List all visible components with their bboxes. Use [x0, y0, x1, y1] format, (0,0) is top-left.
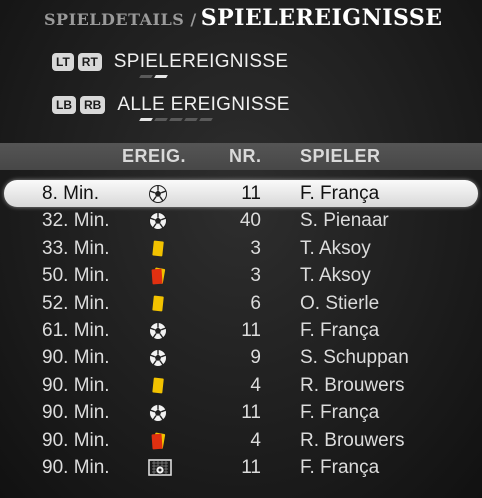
event-minute: 90. Min. — [42, 429, 110, 451]
event-row[interactable]: 52. Min. 6 O. Stierle — [0, 290, 482, 317]
player-name: O. Stierle — [300, 292, 380, 314]
event-minute: 32. Min. — [42, 210, 110, 232]
page-dot — [184, 118, 198, 121]
event-minute: 90. Min. — [42, 374, 110, 396]
player-name: T. Aksoy — [300, 265, 371, 287]
event-row[interactable]: 33. Min. 3 T. Aksoy — [0, 235, 482, 262]
event-minute: 90. Min. — [42, 402, 110, 424]
filter-row-all-events[interactable]: LB RB ALLE EREIGNISSE — [52, 92, 290, 118]
player-number: 11 — [241, 319, 261, 341]
player-name: S. Schuppan — [300, 347, 409, 369]
red-card-icon — [148, 431, 168, 451]
event-minute: 52. Min. — [42, 292, 110, 314]
player-name: S. Pienaar — [300, 210, 389, 232]
player-number: 11 — [241, 402, 261, 424]
events-table: 8. Min. 11 F. França 32. Min. 40 S. Pienaar 33… — [0, 180, 482, 481]
goal-ball-icon — [148, 211, 168, 231]
player-name: F. França — [300, 319, 380, 341]
goal-ball-icon — [148, 403, 168, 423]
player-name: T. Aksoy — [300, 237, 371, 259]
lb-button-icon[interactable]: LB — [52, 96, 76, 114]
page-dot — [169, 118, 183, 121]
rb-button-icon[interactable]: RB — [80, 96, 106, 114]
player-number: 9 — [250, 347, 261, 369]
filter-label-events: SPIELEREIGNISSE — [113, 51, 289, 72]
event-minute: 8. Min. — [42, 183, 100, 204]
event-row[interactable]: 61. Min. 11 F. França — [0, 317, 482, 344]
event-minute: 90. Min. — [42, 456, 110, 478]
page-title: SPIELEREIGNISSE — [200, 5, 443, 31]
event-minute: 61. Min. — [42, 319, 110, 341]
page-dot — [154, 118, 168, 121]
event-row[interactable]: 50. Min. 3 T. Aksoy — [0, 262, 482, 289]
player-number: 4 — [250, 374, 261, 396]
player-number: 4 — [250, 429, 261, 451]
player-number: 11 — [241, 456, 261, 478]
pager-all-events — [139, 118, 213, 122]
red-card-icon — [148, 266, 168, 286]
goal-ball-icon — [148, 348, 168, 368]
event-minute: 33. Min. — [42, 237, 110, 259]
player-name: R. Brouwers — [300, 429, 405, 451]
player-name: F. França — [300, 402, 380, 424]
filter-label-all-events: ALLE EREIGNISSE — [117, 94, 290, 115]
goal-ball-icon — [148, 184, 168, 204]
player-number: 3 — [250, 237, 261, 259]
table-header: EREIG. NR. SPIELER — [0, 143, 482, 170]
event-row[interactable]: 90. Min. 4 R. Brouwers — [0, 427, 482, 454]
pager-events — [139, 75, 168, 79]
event-row[interactable]: 90. Min. 4 R. Brouwers — [0, 372, 482, 399]
event-minute: 90. Min. — [42, 347, 110, 369]
page-dot — [199, 118, 213, 121]
filter-row-events[interactable]: LT RT SPIELEREIGNISSE — [52, 49, 288, 75]
player-number: 11 — [241, 183, 261, 204]
screen-header: SPIELDETAILS / SPIELEREIGNISSE — [44, 5, 443, 33]
event-row[interactable]: 32. Min. 40 S. Pienaar — [0, 207, 482, 234]
page-dot — [139, 75, 153, 78]
yellow-card-icon — [148, 376, 168, 396]
player-number: 40 — [239, 210, 261, 232]
penalty-goal-icon — [148, 458, 172, 478]
column-header-number: NR. — [229, 146, 262, 166]
page-dot-active — [139, 118, 153, 121]
lt-button-icon[interactable]: LT — [52, 53, 74, 71]
event-row[interactable]: 90. Min. 9 S. Schuppan — [0, 344, 482, 371]
event-minute: 50. Min. — [42, 265, 110, 287]
player-name: F. França — [300, 456, 380, 478]
breadcrumb: SPIELDETAILS / — [44, 10, 197, 29]
player-number: 6 — [250, 292, 261, 314]
player-name: R. Brouwers — [300, 374, 405, 396]
column-header-player: SPIELER — [300, 146, 381, 166]
player-number: 3 — [250, 265, 261, 287]
event-row[interactable]: 90. Min. 11 F. França — [0, 399, 482, 426]
event-row[interactable]: 90. Min. 11 F. França — [0, 454, 482, 481]
page-dot-active — [154, 75, 168, 78]
yellow-card-icon — [148, 239, 168, 259]
goal-ball-icon — [148, 321, 168, 341]
player-name: F. França — [300, 183, 380, 204]
yellow-card-icon — [148, 294, 168, 314]
rt-button-icon[interactable]: RT — [77, 53, 102, 71]
event-row[interactable]: 8. Min. 11 F. França — [4, 180, 478, 208]
column-header-event: EREIG. — [122, 146, 187, 166]
